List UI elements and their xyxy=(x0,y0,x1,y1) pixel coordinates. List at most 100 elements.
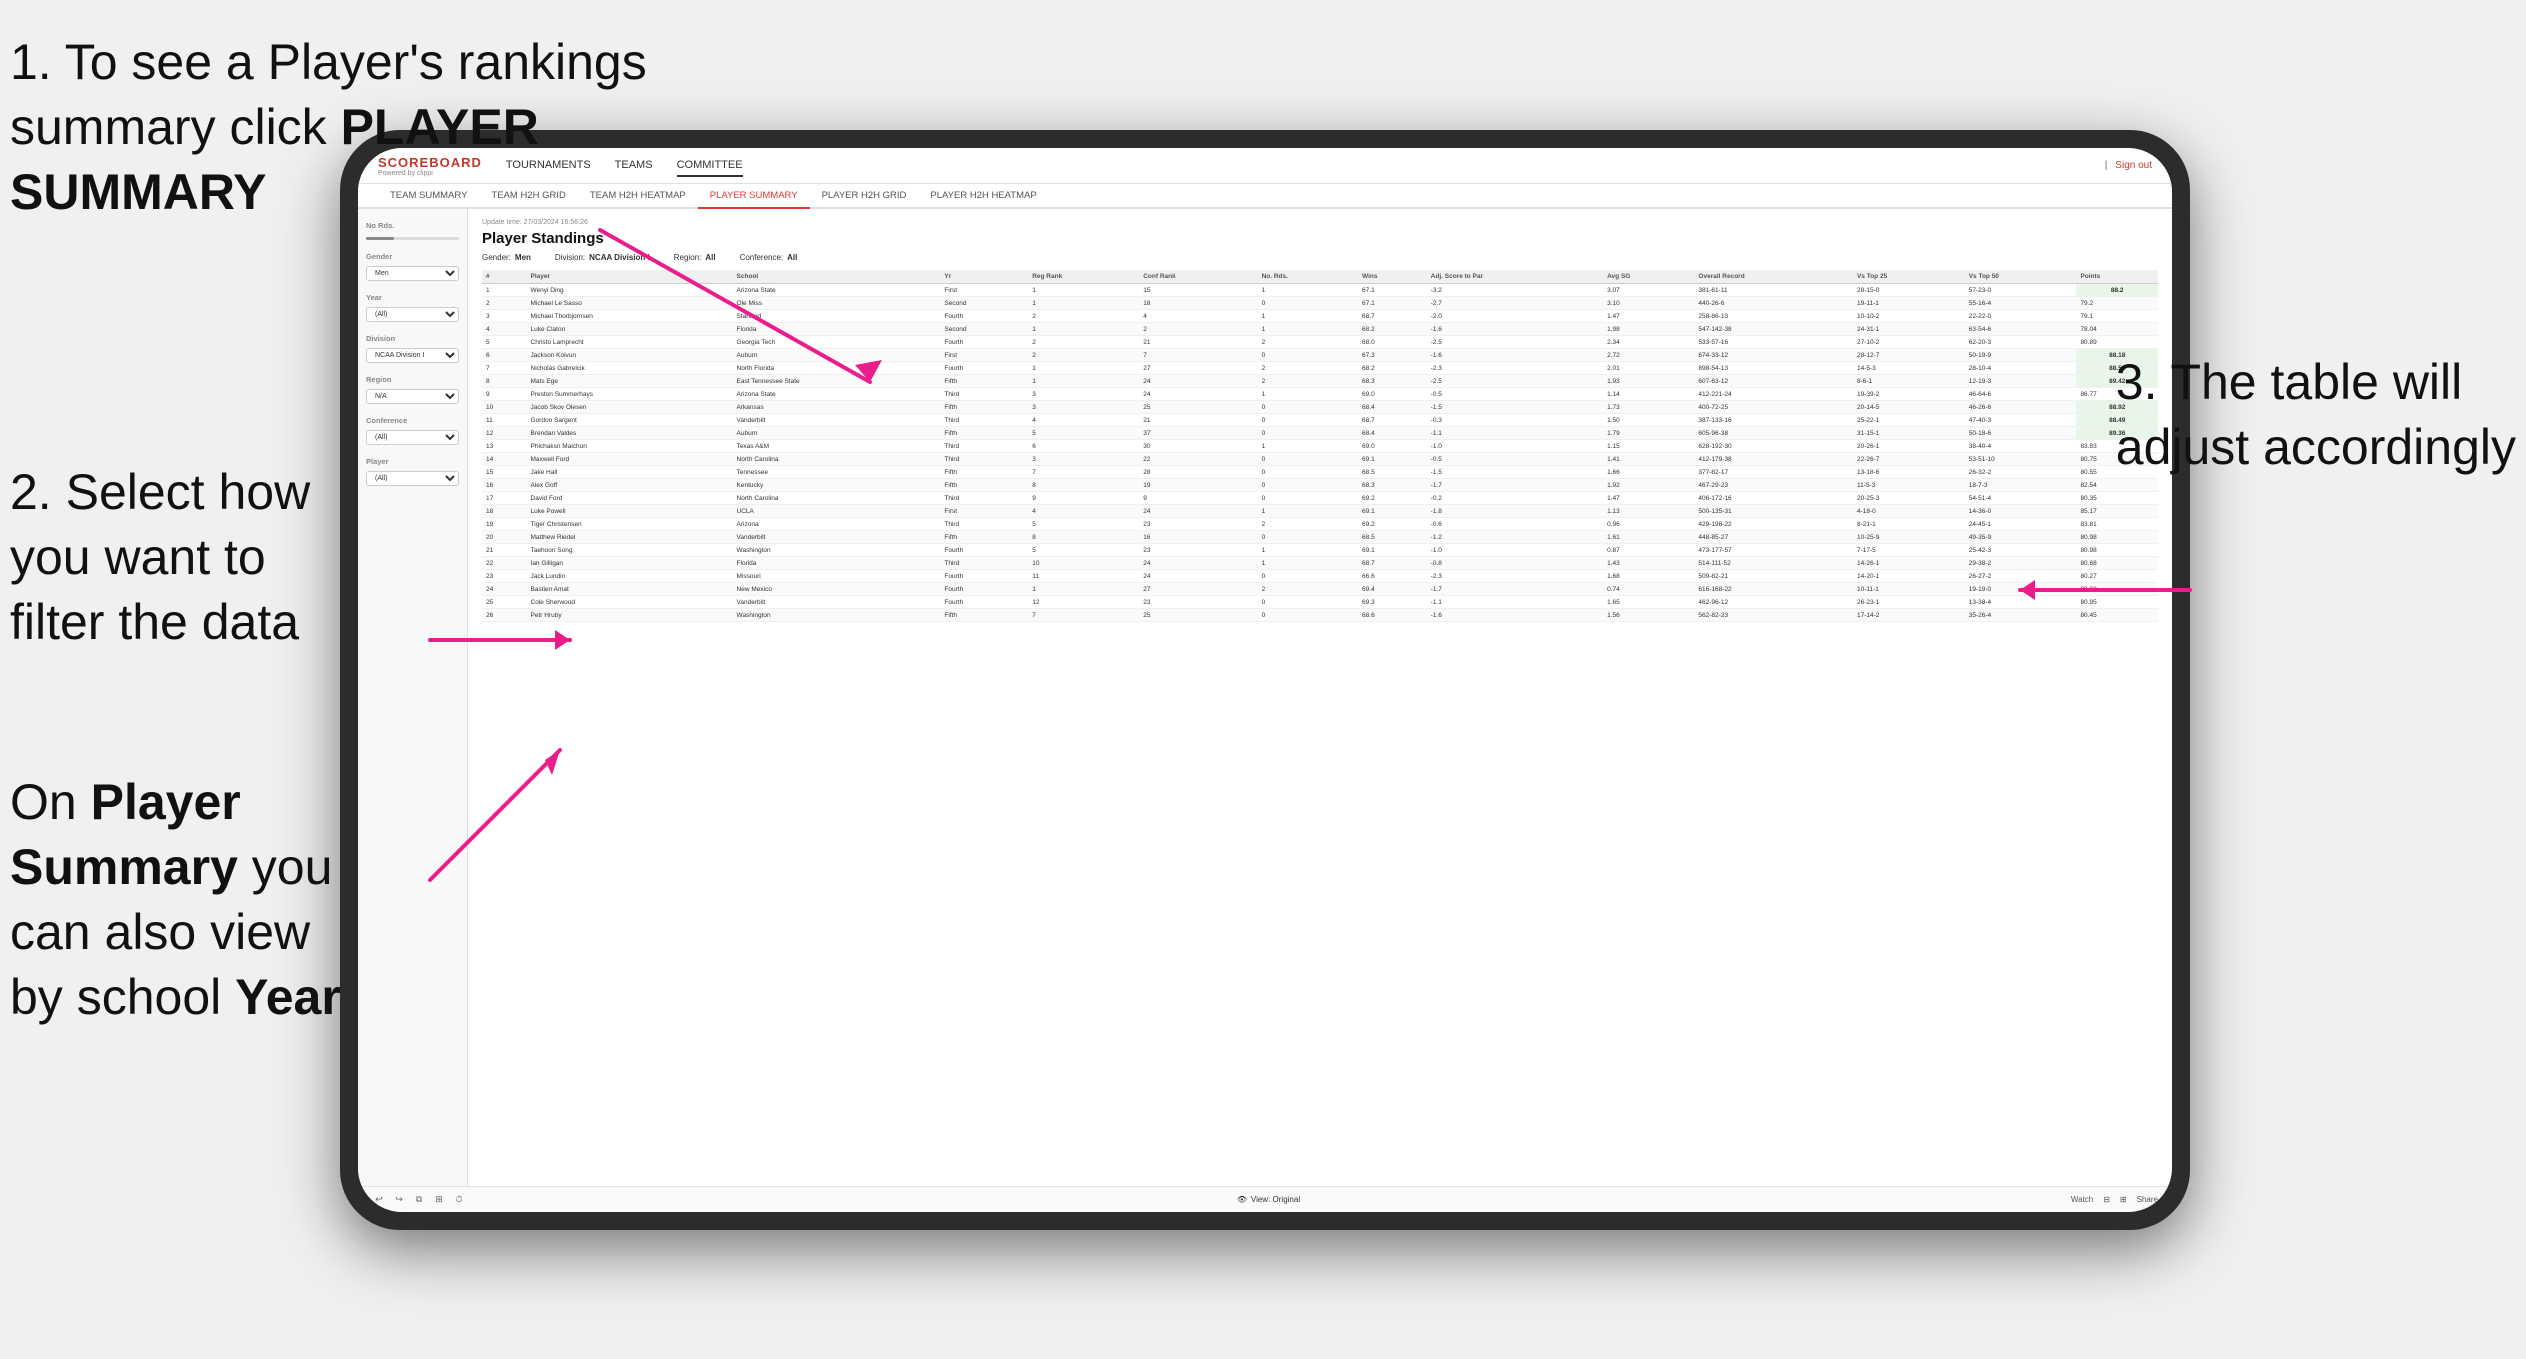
cell-school: Arizona State xyxy=(733,284,941,297)
cell-reg-rank: 2 xyxy=(1028,349,1139,362)
cell-top50: 19-19-0 xyxy=(1965,583,2077,596)
cell-no-rds: 2 xyxy=(1258,362,1358,375)
cell-top25: 4-18-0 xyxy=(1853,505,1965,518)
cell-rank: 23 xyxy=(482,570,527,583)
cell-rank: 16 xyxy=(482,479,527,492)
gender-label: Gender xyxy=(366,252,459,261)
table-row: 12 Brendan Valdes Auburn Fifth 5 37 0 68… xyxy=(482,427,2158,440)
paste-icon[interactable]: ⊞ xyxy=(432,1193,446,1207)
table-row: 25 Cole Sherwood Vanderbilt Fourth 12 23… xyxy=(482,596,2158,609)
sub-nav-player-summary[interactable]: PLAYER SUMMARY xyxy=(698,184,810,209)
cell-points: 88.2 xyxy=(2076,284,2158,297)
col-player: Player xyxy=(527,270,733,284)
cell-player: Ian Gilligan xyxy=(527,557,733,570)
cell-top25: 10-10-2 xyxy=(1853,310,1965,323)
cell-rank: 22 xyxy=(482,557,527,570)
cell-record: 898-54-13 xyxy=(1694,362,1853,375)
cell-points: 80.98 xyxy=(2076,531,2158,544)
nav-item-committee[interactable]: COMMITTEE xyxy=(677,155,743,177)
cell-record: 514-111-52 xyxy=(1694,557,1853,570)
cell-top25: 7-17-5 xyxy=(1853,544,1965,557)
cell-avg-sg: 1.14 xyxy=(1603,388,1694,401)
sub-nav-player-h2h-grid[interactable]: PLAYER H2H GRID xyxy=(810,184,919,209)
separator-icon: | xyxy=(2105,160,2108,171)
eye-icon: 👁 xyxy=(1237,1195,1247,1204)
sign-out-button[interactable]: Sign out xyxy=(2115,160,2152,171)
annotation-4-bold2: Summary xyxy=(10,839,238,895)
filter-gender-label: Gender: xyxy=(482,253,511,262)
tablet-shell: SCOREBOARD Powered by clippi TOURNAMENTS… xyxy=(340,130,2190,1230)
col-top50: Vs Top 50 xyxy=(1965,270,2077,284)
layout-icon[interactable]: ⊟ xyxy=(2103,1195,2110,1204)
cell-adj: -1.5 xyxy=(1427,401,1603,414)
cell-reg-rank: 1 xyxy=(1028,297,1139,310)
filter-gender-value: Men xyxy=(515,253,531,262)
cell-yr: Fifth xyxy=(940,479,1028,492)
cell-school: Kentucky xyxy=(733,479,941,492)
cell-yr: Third xyxy=(940,440,1028,453)
cell-wins: 69.1 xyxy=(1358,505,1427,518)
cell-top50: 55-16-4 xyxy=(1965,297,2077,310)
cell-reg-rank: 8 xyxy=(1028,479,1139,492)
player-select[interactable]: (All) xyxy=(366,471,459,486)
no-rds-slider[interactable] xyxy=(366,237,459,240)
year-select[interactable]: (All) First Second Third Fourth Fifth xyxy=(366,307,459,322)
cell-reg-rank: 2 xyxy=(1028,336,1139,349)
cell-wins: 68.6 xyxy=(1358,609,1427,622)
cell-top25: 28-12-7 xyxy=(1853,349,1965,362)
cell-rank: 5 xyxy=(482,336,527,349)
cell-adj: -2.5 xyxy=(1427,375,1603,388)
cell-points: 80.45 xyxy=(2076,609,2158,622)
cell-points: 78.04 xyxy=(2076,323,2158,336)
share-button[interactable]: Share xyxy=(2137,1195,2158,1204)
cell-no-rds: 2 xyxy=(1258,583,1358,596)
cell-yr: Fourth xyxy=(940,596,1028,609)
region-select[interactable]: N/A All xyxy=(366,389,459,404)
cell-conf-rank: 37 xyxy=(1139,427,1257,440)
cell-wins: 66.6 xyxy=(1358,570,1427,583)
copy-icon[interactable]: ⧉ xyxy=(412,1193,426,1207)
grid-icon[interactable]: ⊞ xyxy=(2120,1195,2127,1204)
cell-wins: 68.2 xyxy=(1358,362,1427,375)
cell-avg-sg: 1.68 xyxy=(1603,570,1694,583)
cell-reg-rank: 12 xyxy=(1028,596,1139,609)
cell-no-rds: 1 xyxy=(1258,505,1358,518)
annotation-2-line2: you want to xyxy=(10,529,266,585)
watch-button[interactable]: Watch xyxy=(2071,1195,2093,1204)
undo-icon[interactable]: ↩ xyxy=(372,1193,386,1207)
cell-adj: -0.6 xyxy=(1427,518,1603,531)
cell-top50: 38-40-4 xyxy=(1965,440,2077,453)
cell-avg-sg: 1.65 xyxy=(1603,596,1694,609)
cell-yr: Fourth xyxy=(940,544,1028,557)
cell-top50: 26-32-2 xyxy=(1965,466,2077,479)
gender-select[interactable]: Men Women xyxy=(366,266,459,281)
cell-avg-sg: 1.15 xyxy=(1603,440,1694,453)
cell-top25: 14-20-1 xyxy=(1853,570,1965,583)
cell-no-rds: 0 xyxy=(1258,414,1358,427)
annotation-1-bold2: SUMMARY xyxy=(10,164,266,220)
cell-top25: 14-26-1 xyxy=(1853,557,1965,570)
cell-adj: -1.1 xyxy=(1427,596,1603,609)
table-row: 19 Tiger Christensen Arizona Third 5 23 … xyxy=(482,518,2158,531)
annotation-2-line3: filter the data xyxy=(10,594,299,650)
division-select[interactable]: NCAA Division I xyxy=(366,348,459,363)
conference-select[interactable]: (All) xyxy=(366,430,459,445)
cell-no-rds: 1 xyxy=(1258,544,1358,557)
cell-reg-rank: 1 xyxy=(1028,362,1139,375)
cell-wins: 68.7 xyxy=(1358,414,1427,427)
clock-icon[interactable]: ⏱ xyxy=(452,1193,466,1207)
cell-player: Luke Powell xyxy=(527,505,733,518)
table-row: 8 Mats Ege East Tennessee State Fifth 1 … xyxy=(482,375,2158,388)
filter-region-value: All xyxy=(705,253,715,262)
cell-wins: 68.3 xyxy=(1358,479,1427,492)
redo-icon[interactable]: ↪ xyxy=(392,1193,406,1207)
table-header-row: # Player School Yr Reg Rank Conf Rank No… xyxy=(482,270,2158,284)
cell-adj: -1.6 xyxy=(1427,609,1603,622)
sub-nav-player-h2h-heatmap[interactable]: PLAYER H2H HEATMAP xyxy=(918,184,1048,209)
view-label: View: Original xyxy=(1251,1195,1300,1204)
cell-points: 83.81 xyxy=(2076,518,2158,531)
cell-avg-sg: 2.01 xyxy=(1603,362,1694,375)
cell-yr: Fourth xyxy=(940,310,1028,323)
sidebar-division-section: Division NCAA Division I xyxy=(366,334,459,363)
cell-no-rds: 2 xyxy=(1258,336,1358,349)
